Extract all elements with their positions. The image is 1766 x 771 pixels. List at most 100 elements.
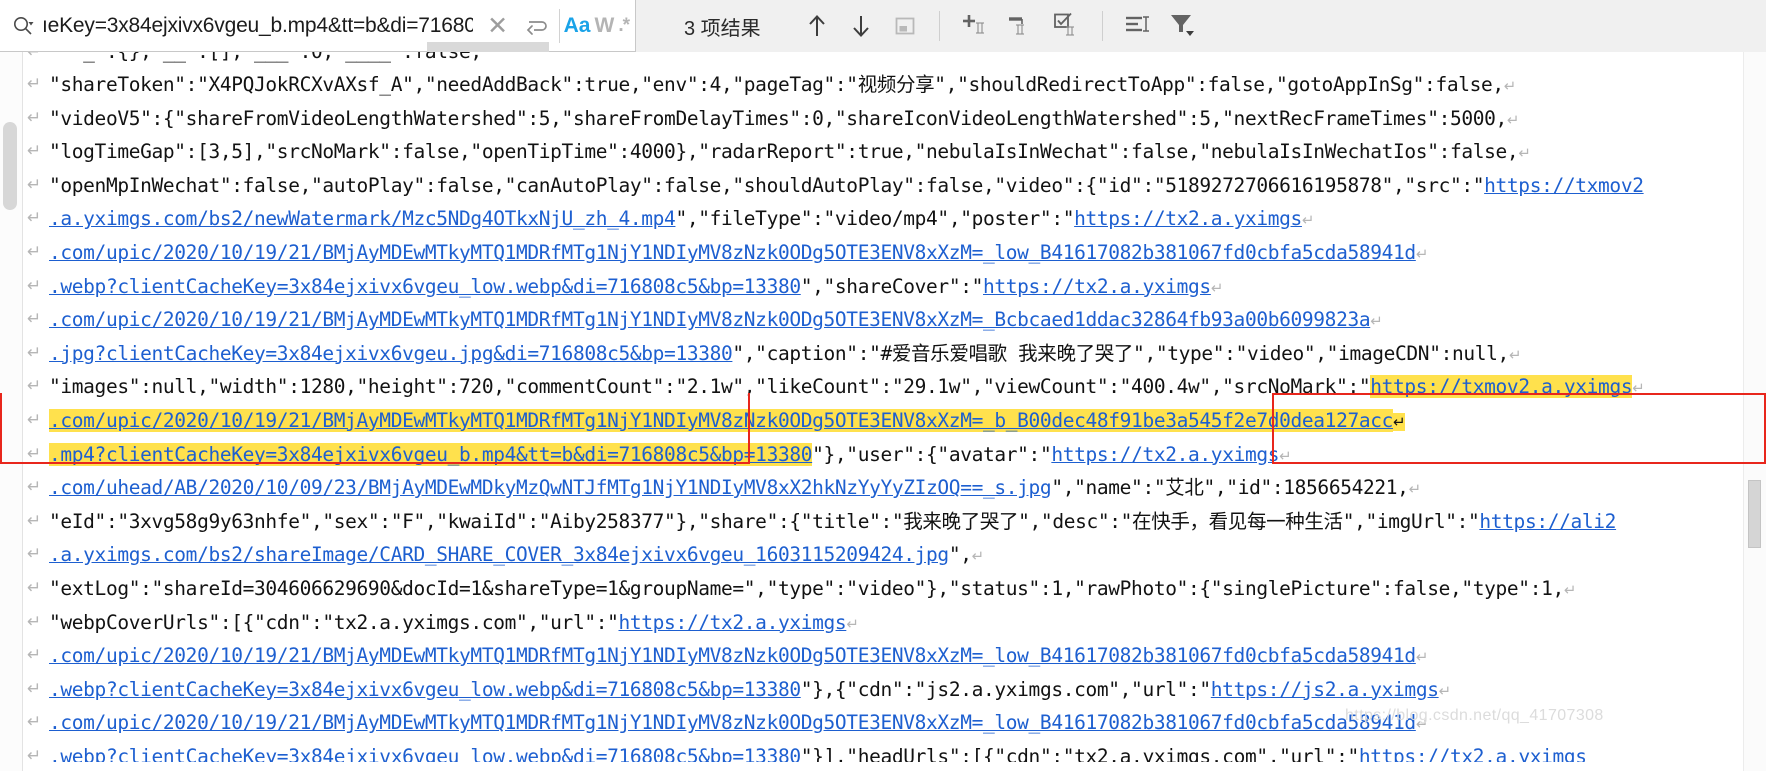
eol-marker-icon: ↵: [1210, 278, 1224, 297]
code-text: "logTimeGap":[3,5],"srcNoMark":false,"op…: [49, 140, 1519, 164]
code-link[interactable]: .jpg?clientCacheKey=3x84ejxivx6vgeu.jpg&…: [49, 342, 733, 365]
code-link[interactable]: https://txmov2.a.yximgs: [1370, 375, 1632, 398]
code-line[interactable]: ↵ .webp?clientCacheKey=3x84ejxivx6vgeu_lo…: [23, 740, 1730, 762]
wrap-marker-icon: ↵: [27, 678, 41, 699]
code-link[interactable]: .com/uhead/AB/2020/10/09/23/BMjAyMDEwMDk…: [49, 476, 1052, 499]
arrow-down-icon[interactable]: [839, 6, 883, 46]
wrap-marker-icon: ↵: [27, 376, 41, 397]
eol-marker-icon: ↵: [1415, 648, 1429, 667]
checkbox-lines-icon[interactable]: [1044, 6, 1090, 46]
code-link[interactable]: .com/upic/2020/10/19/21/BMjAyMDEwMTkyMTQ…: [49, 308, 1371, 331]
code-line[interactable]: ↵ "openMpInWechat":false,"autoPlay":false…: [23, 169, 1730, 203]
search-icon[interactable]: [10, 11, 36, 41]
code-line[interactable]: ↵ .a.yximgs.com/bs2/shareImage/CARD_SHARE…: [23, 538, 1730, 572]
wrap-marker-icon: ↵: [27, 208, 41, 229]
code-line[interactable]: ↵ "shareToken":"X4PQJokRCXvAXsf_A","needA…: [23, 68, 1730, 102]
filter-funnel-icon[interactable]: [1161, 6, 1207, 46]
code-link[interactable]: .a.yximgs.com/bs2/shareImage/CARD_SHARE_…: [49, 543, 949, 566]
code-view[interactable]: ↵ "_":{},"__":[],"___":0,"____":false,↵"…: [0, 52, 1766, 771]
code-line[interactable]: ↵ "eId":"3xvg58g9y63nhfe","sex":"F","kwai…: [23, 505, 1730, 539]
code-link[interactable]: https://tx2.a.yximgs: [1359, 745, 1587, 762]
eol-marker-icon: ↵: [1370, 312, 1383, 331]
search-match-highlight[interactable]: .com/upic/2020/10/19/21/BMjAyMDEwMTkyMTQ…: [49, 408, 1393, 432]
code-link[interactable]: https://ali2: [1479, 510, 1616, 533]
code-text: "},"user":{"avatar":": [812, 442, 1052, 466]
code-link[interactable]: https://tx2.a.yximgs: [619, 611, 847, 634]
code-line[interactable]: ↵ "extLog":"shareId=304606629690&docId=1&…: [23, 572, 1730, 606]
vertical-scrollbar[interactable]: [1743, 52, 1766, 771]
code-link[interactable]: .com/upic/2020/10/19/21/BMjAyMDEwMTkyMTQ…: [49, 711, 1416, 734]
code-line[interactable]: ↵ .jpg?clientCacheKey=3x84ejxivx6vgeu.jpg…: [23, 337, 1730, 371]
code-line[interactable]: ↵ .a.yximgs.com/bs2/newWatermark/Mzc5NDg4…: [23, 202, 1730, 236]
code-lines[interactable]: ↵ "_":{},"__":[],"___":0,"____":false,↵"…: [23, 52, 1730, 771]
code-line[interactable]: ↵ .com/uhead/AB/2020/10/09/23/BMjAyMDEwMD…: [23, 471, 1730, 505]
wrap-marker-icon: ↵: [27, 745, 41, 762]
code-link[interactable]: .webp?clientCacheKey=3x84ejxivx6vgeu_low…: [49, 275, 801, 298]
code-line[interactable]: ↵ "_":{},"__":[],"___":0,"____":false,: [23, 52, 1730, 68]
code-link[interactable]: .a.yximgs.com/bs2/newWatermark/Mzc5NDg4O…: [49, 207, 676, 230]
selection-box-icon[interactable]: [883, 6, 927, 46]
toolbar-divider: [938, 11, 940, 41]
result-count-label: 3 项结果: [684, 17, 761, 40]
wrap-marker-icon: ↵: [27, 577, 41, 598]
code-link[interactable]: .com/upic/2020/10/19/21/BMjAyMDEwMTkyMTQ…: [49, 241, 1416, 264]
regex-toggle[interactable]: .*: [616, 15, 631, 37]
wrap-marker-icon: ↵: [27, 241, 41, 262]
code-link[interactable]: .com/upic/2020/10/19/21/BMjAyMDEwMTkyMTQ…: [49, 409, 1393, 432]
code-link[interactable]: https://tx2.a.yximgs: [1051, 443, 1279, 466]
eol-marker-icon: ↵: [1279, 446, 1292, 465]
vertical-scrollbar-thumb[interactable]: [1748, 480, 1761, 548]
plus-lines-icon[interactable]: [952, 6, 998, 46]
wrap-marker-icon: ↵: [27, 443, 41, 464]
eol-marker-icon: ↵: [1518, 144, 1531, 163]
eol-marker-icon: ↵: [971, 547, 985, 566]
arrow-up-icon[interactable]: [795, 6, 839, 46]
code-link[interactable]: .mp4?clientCacheKey=3x84ejxivx6vgeu_b.mp…: [49, 443, 812, 466]
eol-marker-icon: ↵: [1506, 110, 1520, 129]
code-text: ","caption":"#爱音乐爱唱歌 我来晚了哭了","type":"vid…: [732, 341, 1509, 365]
code-text: "eId":"3xvg58g9y63nhfe","sex":"F","kwaiI…: [49, 509, 1480, 533]
code-link[interactable]: .webp?clientCacheKey=3x84ejxivx6vgeu_low…: [49, 745, 801, 762]
wrap-marker-icon: ↵: [27, 645, 41, 666]
code-text: "openMpInWechat":false,"autoPlay":false,…: [49, 173, 1485, 197]
eol-marker-icon: ↵: [1301, 211, 1315, 230]
whole-word-toggle[interactable]: W: [592, 14, 616, 38]
eol-marker-icon: ↵: [1503, 77, 1517, 95]
eol-marker-icon: ↵: [1415, 244, 1429, 263]
code-line[interactable]: ↵ .webp?clientCacheKey=3x84ejxivx6vgeu_lo…: [23, 673, 1730, 707]
code-line[interactable]: ↵ "webpCoverUrls":[{"cdn":"tx2.a.yximgs.c…: [23, 606, 1730, 640]
code-link[interactable]: .webp?clientCacheKey=3x84ejxivx6vgeu_low…: [49, 678, 801, 701]
code-link[interactable]: https://js2.a.yximgs: [1211, 678, 1439, 701]
search-input[interactable]: [36, 9, 479, 42]
code-link[interactable]: https://txmov2: [1484, 174, 1644, 197]
code-line[interactable]: ↵ .com/upic/2020/10/19/21/BMjAyMDEwMTkyMT…: [23, 236, 1730, 270]
wrap-marker-icon: ↵: [27, 107, 41, 128]
wrap-marker-icon: ↵: [27, 544, 41, 565]
code-line[interactable]: ↵ .com/upic/2020/10/19/21/BMjAyMDEwMTkyMT…: [23, 303, 1730, 337]
sort-lines-icon[interactable]: [1115, 6, 1161, 46]
find-toolbar: ✕ Aa W .* 3 项结果: [0, 0, 1766, 52]
code-link[interactable]: .com/upic/2020/10/19/21/BMjAyMDEwMTkyMTQ…: [49, 644, 1416, 667]
code-link[interactable]: https://tx2.a.yximgs: [1074, 207, 1302, 230]
clear-search-icon[interactable]: ✕: [479, 6, 517, 46]
search-match-highlight[interactable]: .mp4?clientCacheKey=3x84ejxivx6vgeu_b.mp…: [49, 442, 812, 466]
code-line[interactable]: ↵ "logTimeGap":[3,5],"srcNoMark":false,"o…: [23, 135, 1730, 169]
gutter-scroll-thumb[interactable]: [3, 122, 17, 210]
code-line[interactable]: ↵ .webp?clientCacheKey=3x84ejxivx6vgeu_lo…: [23, 270, 1730, 304]
loop-search-icon[interactable]: [517, 6, 557, 46]
wrap-marker-icon: ↵: [27, 611, 41, 632]
match-case-toggle[interactable]: Aa: [562, 14, 593, 38]
wrap-marker-icon: ↵: [27, 141, 41, 162]
code-text: "videoV5":{"shareFromVideoLengthWatershe…: [49, 106, 1507, 130]
find-results-group: 3 项结果: [636, 0, 1766, 52]
code-line[interactable]: ↵ .mp4?clientCacheKey=3x84ejxivx6vgeu_b.m…: [23, 438, 1730, 472]
code-line[interactable]: ↵ .com/upic/2020/10/19/21/BMjAyMDEwMTkyMT…: [23, 404, 1730, 438]
code-link[interactable]: https://tx2.a.yximgs: [983, 275, 1211, 298]
minus-lines-icon[interactable]: [998, 6, 1044, 46]
code-line[interactable]: ↵ "videoV5":{"shareFromVideoLengthWatersh…: [23, 102, 1730, 136]
code-line[interactable]: ↵ "images":null,"width":1280,"height":720…: [23, 370, 1730, 404]
code-text: ","name":"艾北","id":1856654221,: [1051, 476, 1409, 500]
code-text: ","shareCover":": [800, 274, 984, 298]
search-match-highlight[interactable]: https://txmov2.a.yximgs: [1370, 375, 1633, 399]
code-line[interactable]: ↵ .com/upic/2020/10/19/21/BMjAyMDEwMTkyMT…: [23, 639, 1730, 673]
